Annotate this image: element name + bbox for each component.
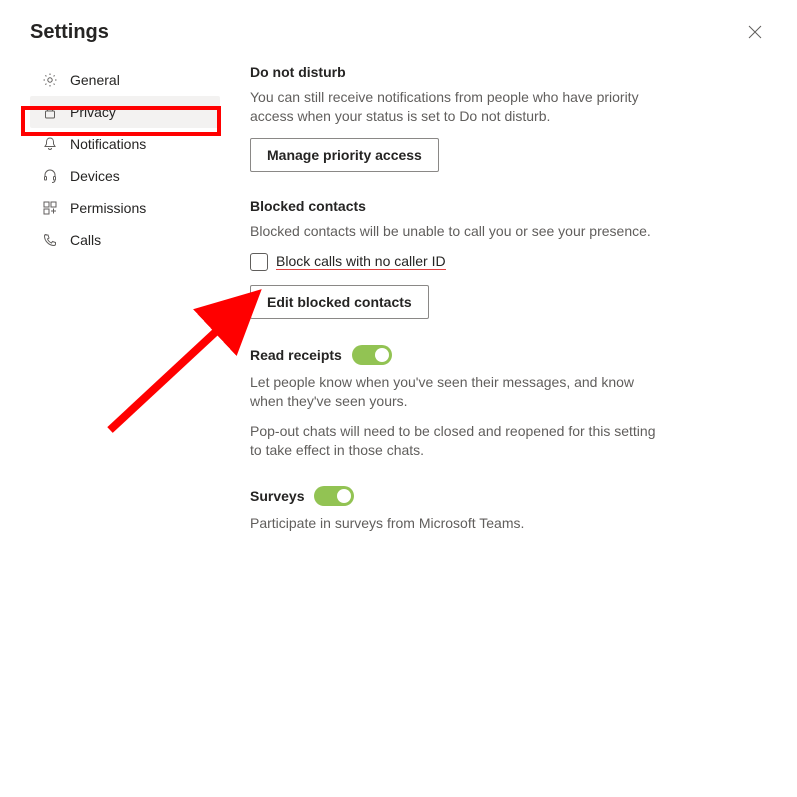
sidebar-item-label: Notifications bbox=[70, 136, 146, 152]
section-desc-surveys: Participate in surveys from Microsoft Te… bbox=[250, 514, 660, 533]
sidebar-item-label: Privacy bbox=[70, 104, 116, 120]
edit-blocked-contacts-button[interactable]: Edit blocked contacts bbox=[250, 285, 429, 319]
settings-header: Settings bbox=[0, 0, 797, 54]
apps-icon bbox=[40, 198, 60, 218]
toggle-thumb bbox=[375, 348, 389, 362]
block-no-caller-id-row: Block calls with no caller ID bbox=[250, 253, 660, 271]
bell-icon bbox=[40, 134, 60, 154]
section-surveys: Surveys Participate in surveys from Micr… bbox=[250, 486, 660, 533]
sidebar-item-label: Permissions bbox=[70, 200, 146, 216]
read-receipts-toggle[interactable] bbox=[352, 345, 392, 365]
manage-priority-access-button[interactable]: Manage priority access bbox=[250, 138, 439, 172]
sidebar-item-notifications[interactable]: Notifications bbox=[30, 128, 220, 160]
gear-icon bbox=[40, 70, 60, 90]
sidebar-item-label: General bbox=[70, 72, 120, 88]
section-do-not-disturb: Do not disturb You can still receive not… bbox=[250, 64, 660, 172]
block-no-caller-id-label: Block calls with no caller ID bbox=[276, 253, 446, 270]
close-button[interactable] bbox=[743, 20, 767, 44]
section-title-blocked: Blocked contacts bbox=[250, 198, 660, 214]
section-title-surveys: Surveys bbox=[250, 486, 660, 506]
section-read-receipts: Read receipts Let people know when you'v… bbox=[250, 345, 660, 461]
sidebar-item-privacy[interactable]: Privacy bbox=[30, 96, 220, 128]
sidebar-item-label: Devices bbox=[70, 168, 120, 184]
section-blocked-contacts: Blocked contacts Blocked contacts will b… bbox=[250, 198, 660, 319]
section-title-read-receipts: Read receipts bbox=[250, 345, 660, 365]
section-desc-dnd: You can still receive notifications from… bbox=[250, 88, 660, 126]
page-title: Settings bbox=[30, 21, 109, 44]
sidebar-item-devices[interactable]: Devices bbox=[30, 160, 220, 192]
block-no-caller-id-checkbox[interactable] bbox=[250, 253, 268, 271]
settings-content: Do not disturb You can still receive not… bbox=[220, 64, 660, 559]
sidebar-item-general[interactable]: General bbox=[30, 64, 220, 96]
lock-icon bbox=[40, 102, 60, 122]
close-icon bbox=[748, 25, 762, 39]
sidebar-item-calls[interactable]: Calls bbox=[30, 224, 220, 256]
settings-sidebar: General Privacy Notifications Devices Pe bbox=[30, 64, 220, 559]
surveys-title-text: Surveys bbox=[250, 488, 304, 504]
section-desc-read-receipts-2: Pop-out chats will need to be closed and… bbox=[250, 422, 660, 460]
phone-icon bbox=[40, 230, 60, 250]
section-desc-read-receipts-1: Let people know when you've seen their m… bbox=[250, 373, 660, 411]
headset-icon bbox=[40, 166, 60, 186]
surveys-toggle[interactable] bbox=[314, 486, 354, 506]
sidebar-item-permissions[interactable]: Permissions bbox=[30, 192, 220, 224]
section-title-dnd: Do not disturb bbox=[250, 64, 660, 80]
sidebar-item-label: Calls bbox=[70, 232, 101, 248]
section-desc-blocked: Blocked contacts will be unable to call … bbox=[250, 222, 660, 241]
read-receipts-title-text: Read receipts bbox=[250, 347, 342, 363]
